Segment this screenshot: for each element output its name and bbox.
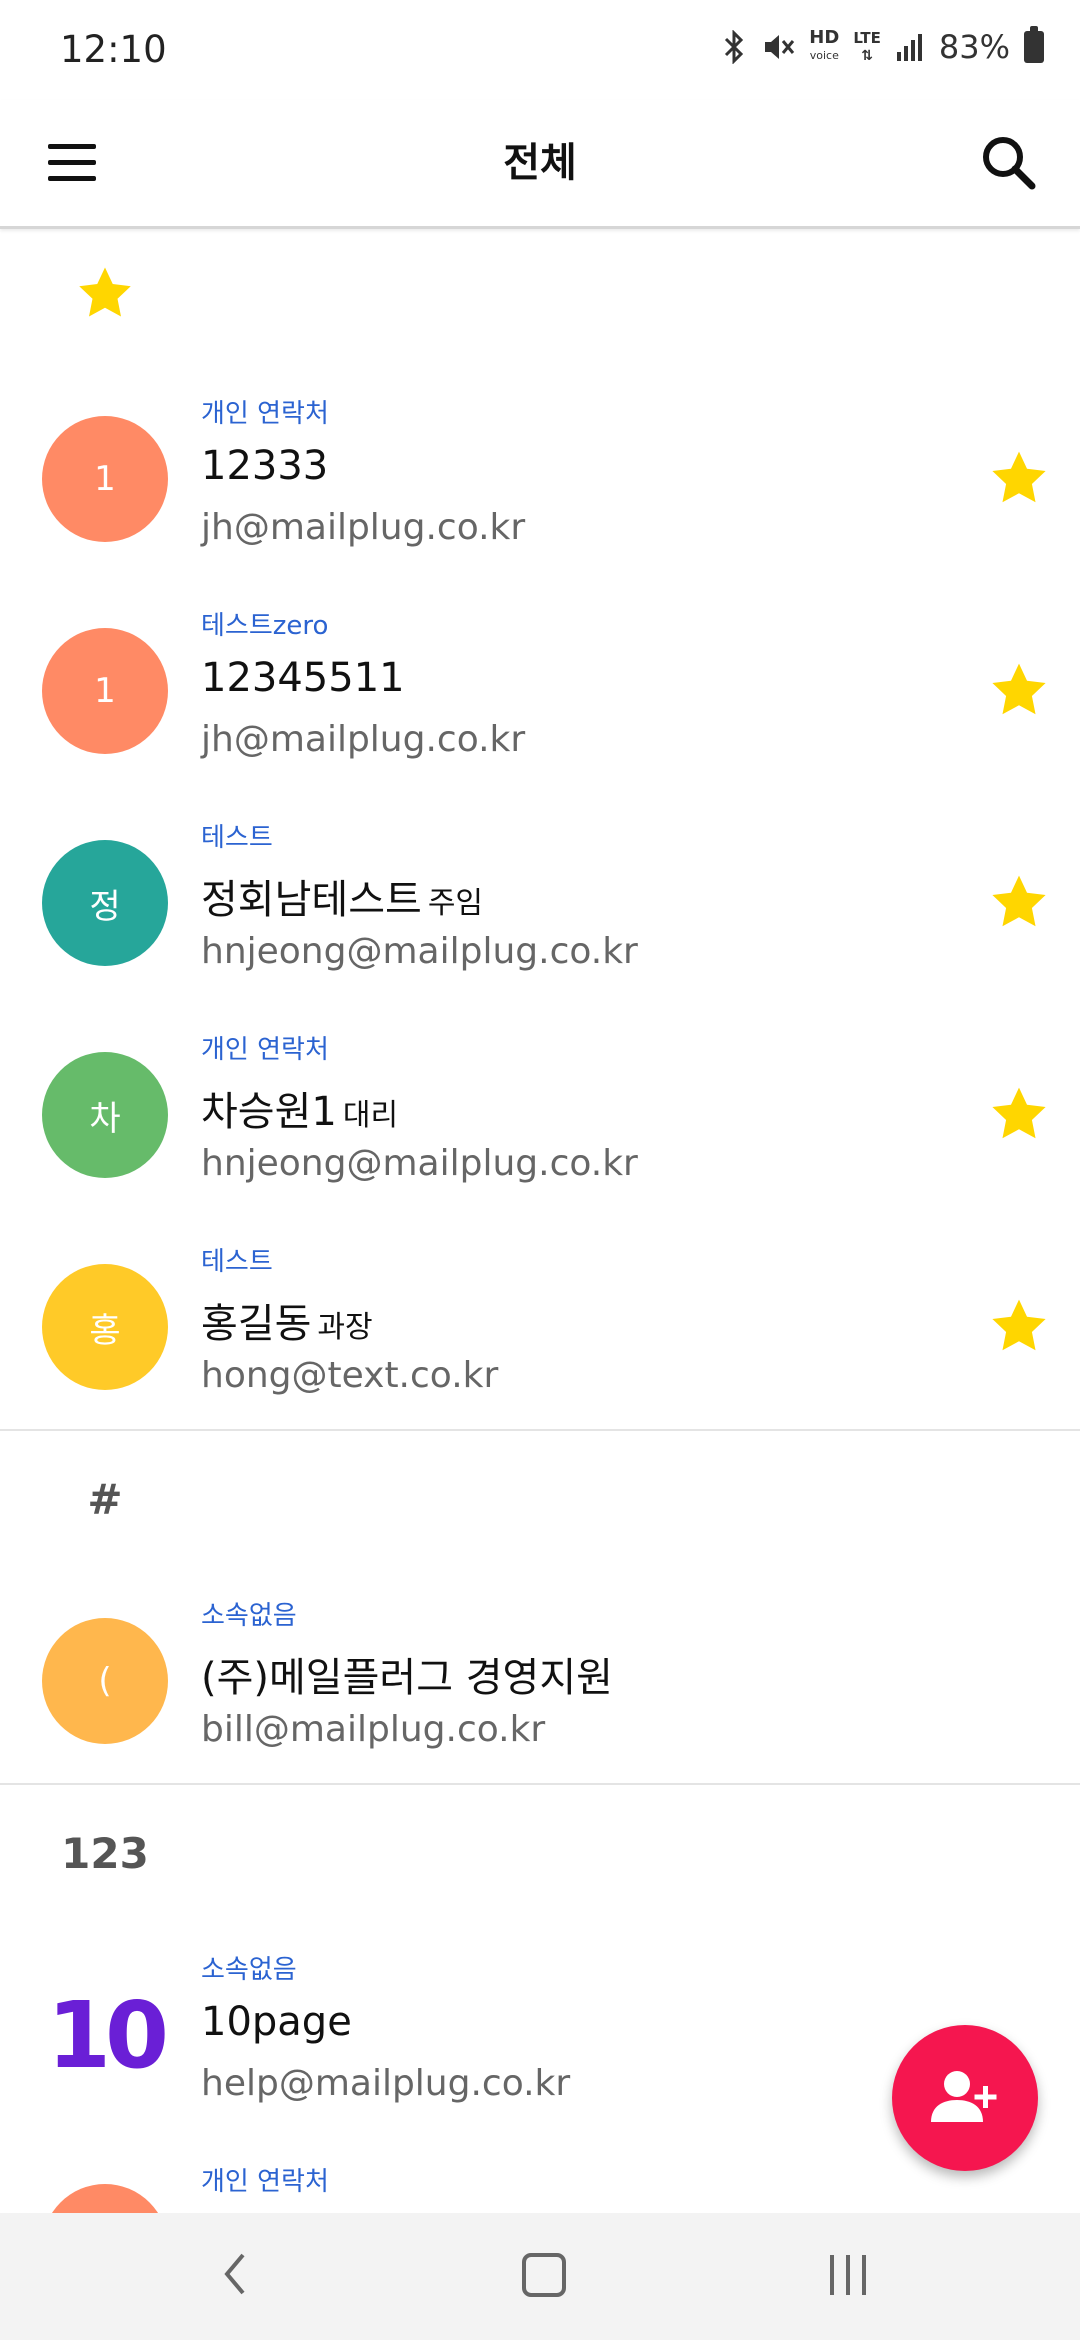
contact-row[interactable]: 1 테스트zero 12345511 jh@mailplug.co.kr — [0, 581, 1080, 793]
contact-row[interactable]: ( 소속없음 (주)메일플러그 경영지원 bill@mailplug.co.kr — [0, 1571, 1080, 1783]
contact-email: help@mailplug.co.kr — [201, 2063, 571, 2104]
star-icon — [79, 267, 131, 317]
section-header-label: # — [87, 1475, 123, 1524]
add-contact-icon — [931, 2071, 997, 2122]
avatar: 차 — [42, 1052, 168, 1178]
star-icon[interactable] — [988, 871, 1050, 933]
avatar: ( — [42, 1618, 168, 1744]
contact-group: 소속없음 — [201, 1955, 297, 1985]
contact-group: 개인 연락처 — [201, 399, 329, 429]
contact-name: 홍길동 과장 — [201, 1301, 373, 1347]
avatar: 정 — [42, 840, 168, 966]
status-icons: HD voice LTE ⇅ 83% — [721, 26, 1044, 66]
app-bar: 전체 — [0, 100, 1080, 229]
contact-group: 소속없음 — [201, 1601, 297, 1631]
mute-icon — [765, 35, 795, 59]
avatar: 홍 — [42, 1264, 168, 1390]
bluetooth-icon — [725, 30, 744, 64]
recents-icon[interactable] — [826, 2253, 870, 2297]
contact-position: 주임 — [427, 886, 484, 921]
navigation-bar — [0, 2213, 1080, 2340]
contact-name: 차승원1 대리 — [201, 1089, 399, 1135]
contact-group: 개인 연락처 — [201, 2167, 329, 2197]
contact-name: 12345511 — [201, 655, 405, 701]
avatar: 1 — [42, 416, 168, 542]
contact-group: 개인 연락처 — [201, 1035, 329, 1065]
status-bar: 12:10 HD voice LTE ⇅ 83% — [0, 0, 1080, 100]
contact-row[interactable]: 1 개인 연락처 12333 jh@mailplug.co.kr — [0, 369, 1080, 581]
section-header: 123 — [0, 1785, 1080, 1925]
avatar: 1 — [42, 628, 168, 754]
star-icon[interactable] — [988, 659, 1050, 721]
section-header: # — [0, 1431, 1080, 1571]
avatar-logo: 10 — [46, 1981, 169, 2089]
contact-name: 정회남테스트 주임 — [201, 877, 484, 923]
status-time: 12:10 — [60, 28, 167, 71]
contact-email: hong@text.co.kr — [201, 1355, 499, 1396]
contact-email: hnjeong@mailplug.co.kr — [201, 1143, 638, 1184]
hd-voice-icon: HD voice — [809, 27, 840, 63]
contact-email: bill@mailplug.co.kr — [201, 1709, 546, 1750]
contact-group: 테스트zero — [201, 611, 329, 641]
star-icon[interactable] — [988, 447, 1050, 509]
add-contact-button[interactable] — [892, 2025, 1038, 2171]
search-icon[interactable] — [974, 128, 1044, 198]
contact-group: 테스트 — [201, 823, 273, 853]
page-title: 전체 — [503, 140, 577, 186]
contact-name: 10page — [201, 1999, 352, 2045]
contact-email: hnjeong@mailplug.co.kr — [201, 931, 638, 972]
battery-icon — [1024, 26, 1044, 63]
contact-row[interactable]: 정 테스트 정회남테스트 주임 hnjeong@mailplug.co.kr — [0, 793, 1080, 1005]
back-icon[interactable] — [215, 2249, 255, 2299]
contact-position: 대리 — [342, 1098, 399, 1133]
contact-position: 과장 — [317, 1310, 373, 1345]
battery-percent: 83% — [938, 28, 1010, 66]
contact-name: (주)메일플러그 경영지원 — [201, 1655, 613, 1701]
contact-list[interactable]: 1 개인 연락처 12333 jh@mailplug.co.kr 1 테스트ze… — [0, 229, 1080, 2349]
star-icon[interactable] — [988, 1295, 1050, 1357]
contact-group: 테스트 — [201, 1247, 273, 1277]
contact-name: 12333 — [201, 443, 329, 489]
star-icon[interactable] — [988, 1083, 1050, 1145]
contact-row[interactable]: 홍 테스트 홍길동 과장 hong@text.co.kr — [0, 1217, 1080, 1429]
signal-icon — [896, 34, 922, 61]
section-header-label: 123 — [61, 1829, 149, 1878]
contact-email: jh@mailplug.co.kr — [201, 507, 526, 548]
contact-row[interactable]: 차 개인 연락처 차승원1 대리 hnjeong@mailplug.co.kr — [0, 1005, 1080, 1217]
lte-icon: LTE ⇅ — [853, 29, 881, 64]
contact-email: jh@mailplug.co.kr — [201, 719, 526, 760]
home-icon[interactable] — [522, 2253, 566, 2297]
favorites-header — [0, 229, 1080, 369]
